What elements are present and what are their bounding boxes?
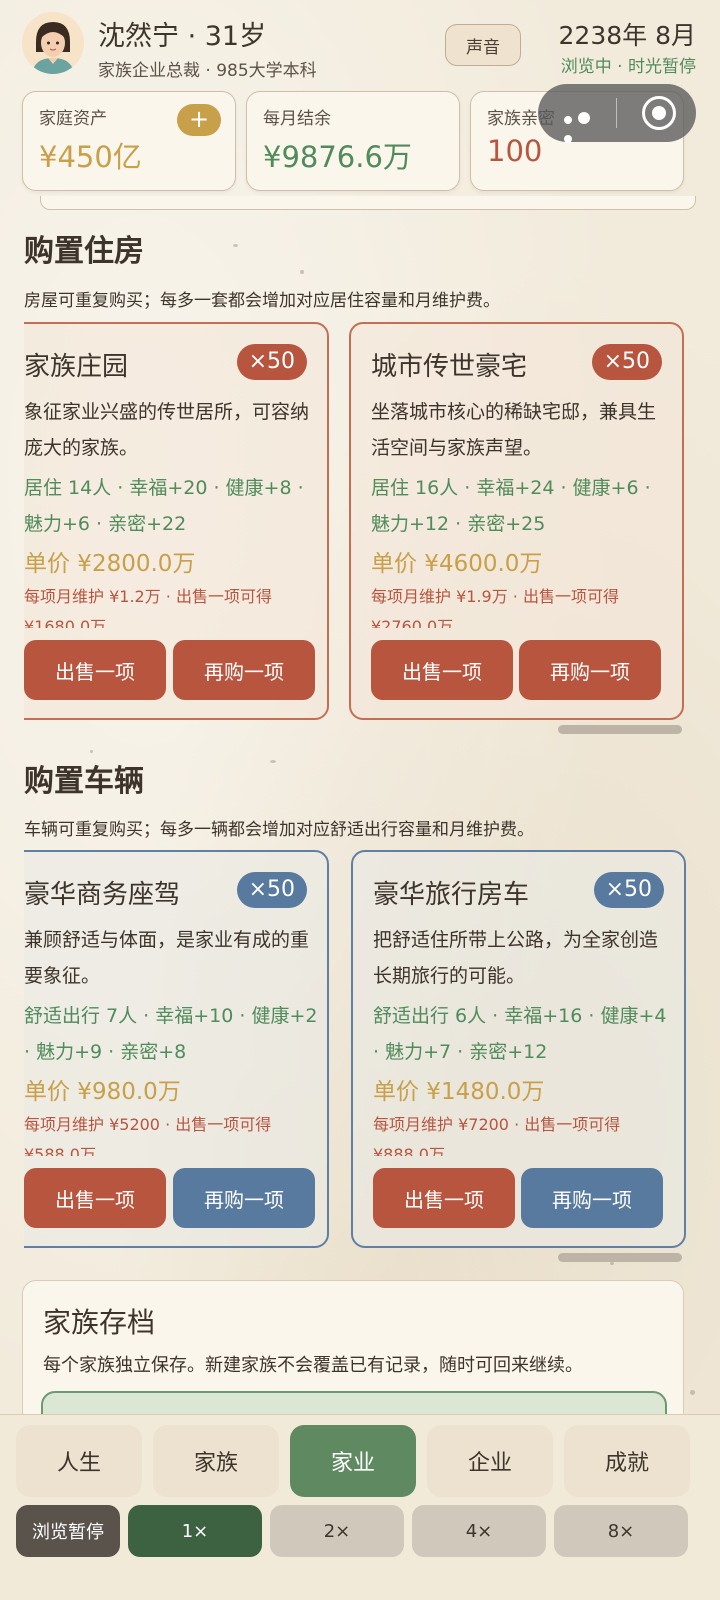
player-name-age: 沈然宁 · 31岁 <box>98 21 267 52</box>
paper-speck <box>610 1262 614 1265</box>
profile-header: 沈然宁 · 31岁 家族企业总裁 · 985大学本科 声音 2238年 8月 浏… <box>0 0 720 90</box>
card-title: 豪华旅行房车 <box>373 880 530 910</box>
miniprogram-capsule <box>538 84 696 143</box>
housing-scrollbar[interactable] <box>558 725 682 734</box>
count-badge: ×50 <box>593 872 664 908</box>
card-price: 单价 ¥980.0万 <box>24 1079 181 1105</box>
housing-card: 城市传世豪宅 ×50 坐落城市核心的稀缺宅邸，兼具生活空间与家族声望。 居住 1… <box>349 322 684 720</box>
card-desc: 兼顾舒适与体面，是家业有成的重要象征。 <box>24 929 310 987</box>
sell-one-button[interactable]: 出售一项 <box>24 1168 166 1228</box>
paper-speck <box>270 760 276 763</box>
buy-one-button[interactable]: 再购一项 <box>173 1168 315 1228</box>
card-maintenance: 每项月维护 ¥7200 · 出售一项可得 ¥888.0万 <box>373 1115 621 1156</box>
buy-one-button[interactable]: 再购一项 <box>173 640 315 700</box>
vehicle-scrollbar[interactable] <box>558 1253 682 1262</box>
monthly-label: 每月结余 <box>263 109 331 129</box>
card-attributes: 居住 16人 · 幸福+24 · 健康+6 · 魅力+12 · 亲密+25 <box>371 477 651 535</box>
card-desc: 把舒适住所带上公路，为全家创造长期旅行的可能。 <box>373 929 659 987</box>
vehicle-card: 豪华旅行房车 ×50 把舒适住所带上公路，为全家创造长期旅行的可能。 舒适出行 … <box>351 850 686 1248</box>
capsule-divider <box>616 98 617 128</box>
avatar[interactable] <box>22 12 84 74</box>
card-title: 豪华商务座驾 <box>24 880 181 910</box>
card-price: 单价 ¥4600.0万 <box>371 551 543 577</box>
browse-pause-button[interactable]: 浏览暂停 <box>16 1505 120 1557</box>
archive-title: 家族存档 <box>43 1306 156 1339</box>
monthly-balance-card: 每月结余 ¥9876.6万 <box>246 91 460 191</box>
sound-button[interactable]: 声音 <box>445 24 521 66</box>
vehicle-carousel[interactable]: 豪华商务座驾 ×50 兼顾舒适与体面，是家业有成的重要象征。 舒适出行 7人 ·… <box>24 850 720 1250</box>
archive-desc: 每个家族独立保存。新建家族不会覆盖已有记录，随时可回来继续。 <box>43 1355 583 1376</box>
vehicle-section-desc: 车辆可重复购买；每多一辆都会增加对应舒适出行容量和月维护费。 <box>24 820 534 840</box>
card-maintenance: 每项月维护 ¥1.2万 · 出售一项可得 ¥1680.0万 <box>24 587 272 628</box>
monthly-value: ¥9876.6万 <box>263 140 412 174</box>
tab-enterprise[interactable]: 企业 <box>427 1425 553 1497</box>
sell-one-button[interactable]: 出售一项 <box>24 640 166 700</box>
card-desc: 坐落城市核心的稀缺宅邸，兼具生活空间与家族声望。 <box>371 401 657 459</box>
bottom-navigation: 人生 家族 家业 企业 成就 浏览暂停 1× 2× 4× 8× <box>0 1414 720 1600</box>
paper-speck <box>300 270 304 274</box>
avatar-portrait-icon <box>22 12 84 74</box>
sell-one-button[interactable]: 出售一项 <box>371 640 513 700</box>
card-title: 家族庄园 <box>24 352 129 382</box>
assets-card: 家庭资产 ¥450亿 + <box>22 91 236 191</box>
housing-card: 家族庄园 ×50 象征家业兴盛的传世居所，可容纳庞大的家族。 居住 14人 · … <box>24 322 329 720</box>
card-maintenance: 每项月维护 ¥1.9万 · 出售一项可得 ¥2760.0万 <box>371 587 619 628</box>
tab-life[interactable]: 人生 <box>16 1425 142 1497</box>
card-price: 单价 ¥2800.0万 <box>24 551 196 577</box>
vehicle-card: 豪华商务座驾 ×50 兼顾舒适与体面，是家业有成的重要象征。 舒适出行 7人 ·… <box>24 850 329 1248</box>
tab-family[interactable]: 家族 <box>153 1425 279 1497</box>
speed-2x-button[interactable]: 2× <box>270 1505 404 1557</box>
housing-section-desc: 房屋可重复购买；每多一套都会增加对应居住容量和月维护费。 <box>24 291 500 311</box>
speed-1x-button[interactable]: 1× <box>128 1505 262 1557</box>
card-price: 单价 ¥1480.0万 <box>373 1079 545 1105</box>
collapsed-card-edge <box>40 196 696 210</box>
buy-one-button[interactable]: 再购一项 <box>519 640 661 700</box>
card-desc: 象征家业兴盛的传世居所，可容纳庞大的家族。 <box>24 401 310 459</box>
paper-speck <box>233 244 238 247</box>
player-title: 家族企业总裁 · 985大学本科 <box>98 61 317 81</box>
tab-estate[interactable]: 家业 <box>290 1425 416 1497</box>
card-attributes: 舒适出行 7人 · 幸福+10 · 健康+2 · 魅力+9 · 亲密+8 <box>24 1005 318 1063</box>
paper-speck <box>690 1390 695 1395</box>
tab-achievements[interactable]: 成就 <box>564 1425 690 1497</box>
count-badge: ×50 <box>591 344 662 380</box>
buy-one-button[interactable]: 再购一项 <box>521 1168 663 1228</box>
housing-carousel[interactable]: 家族庄园 ×50 象征家业兴盛的传世居所，可容纳庞大的家族。 居住 14人 · … <box>24 322 720 722</box>
close-target-icon[interactable] <box>642 96 676 130</box>
vehicle-section-title: 购置车辆 <box>24 764 144 799</box>
time-status: 浏览中 · 时光暂停 <box>560 57 696 77</box>
card-attributes: 居住 14人 · 幸福+20 · 健康+8 · 魅力+6 · 亲密+22 <box>24 477 304 535</box>
card-title: 城市传世豪宅 <box>371 352 528 382</box>
assets-value: ¥450亿 <box>39 140 142 174</box>
more-menu-icon[interactable] <box>564 109 608 143</box>
add-assets-button[interactable]: + <box>177 104 221 136</box>
assets-label: 家庭资产 <box>39 109 107 129</box>
paper-speck <box>90 750 93 753</box>
game-date: 2238年 8月 <box>558 21 696 50</box>
speed-8x-button[interactable]: 8× <box>554 1505 688 1557</box>
intimacy-value: 100 <box>487 134 543 168</box>
housing-section-title: 购置住房 <box>24 234 144 269</box>
sell-one-button[interactable]: 出售一项 <box>373 1168 515 1228</box>
count-badge: ×50 <box>236 344 307 380</box>
count-badge: ×50 <box>236 872 307 908</box>
speed-4x-button[interactable]: 4× <box>412 1505 546 1557</box>
card-maintenance: 每项月维护 ¥5200 · 出售一项可得 ¥588.0万 <box>24 1115 272 1156</box>
card-attributes: 舒适出行 6人 · 幸福+16 · 健康+4 · 魅力+7 · 亲密+12 <box>373 1005 667 1063</box>
